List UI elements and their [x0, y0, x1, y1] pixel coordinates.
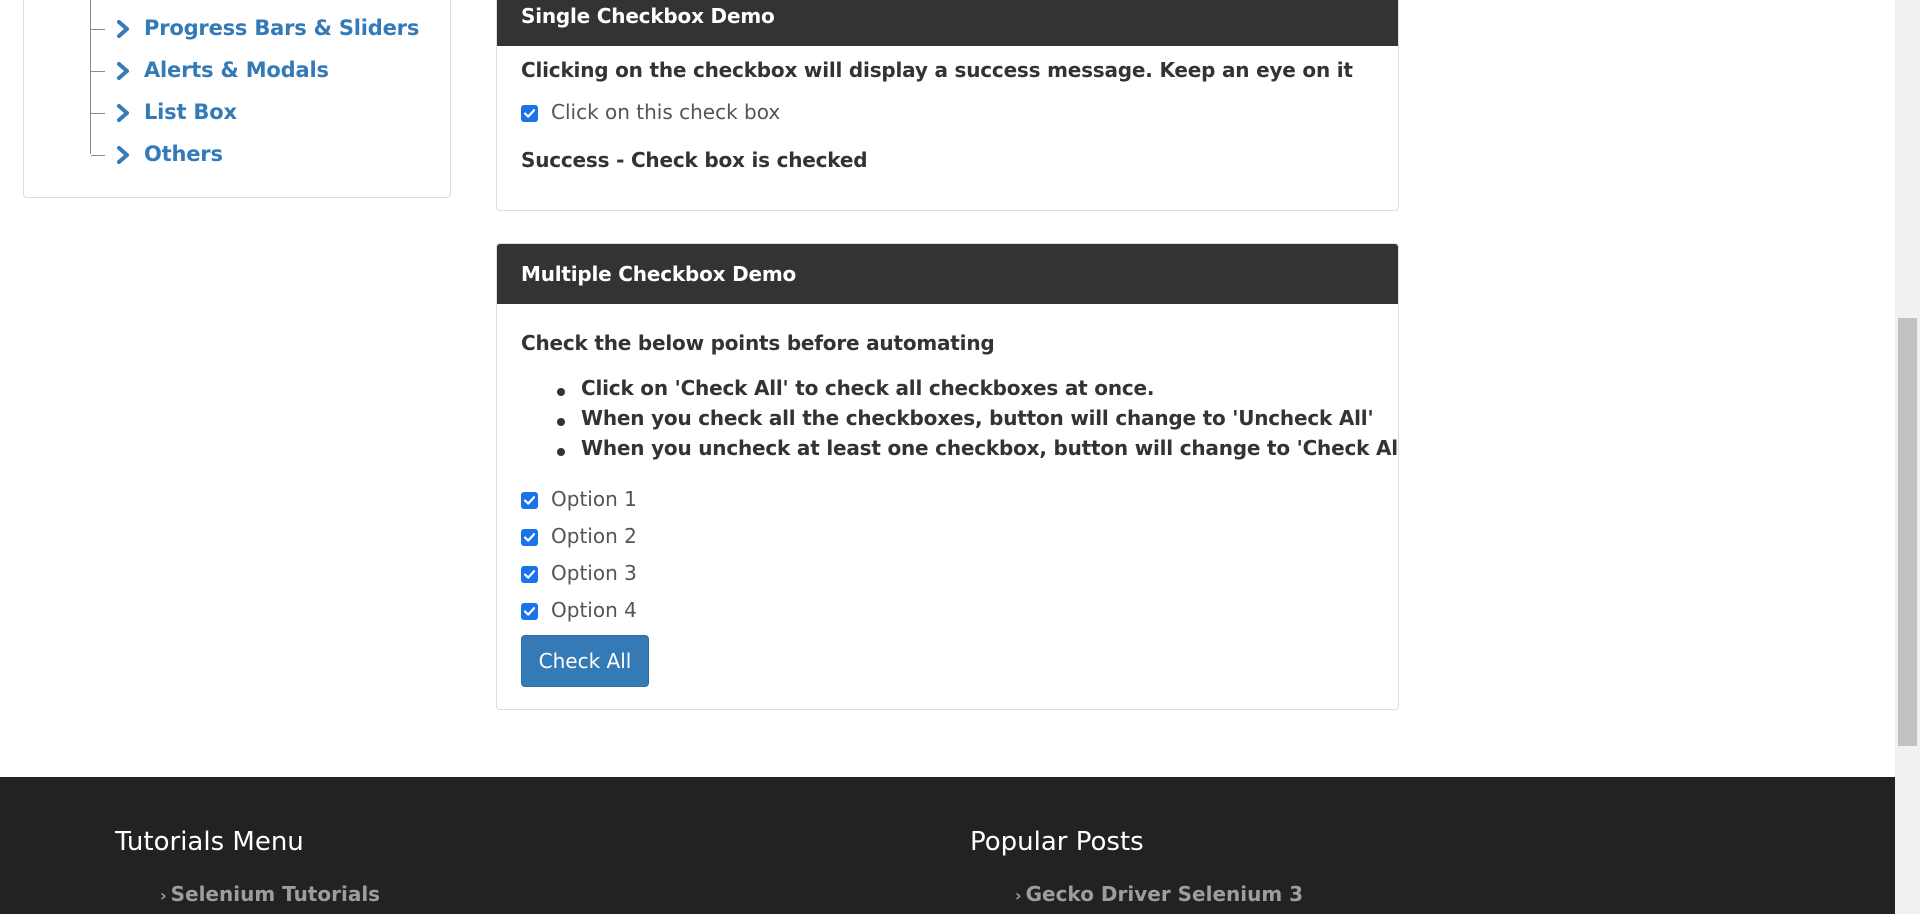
- page-scrollbar[interactable]: [1895, 0, 1920, 914]
- bullet-dot: [557, 418, 565, 426]
- tree-branch-line: [91, 29, 105, 30]
- caret-right-icon: ›: [1015, 886, 1022, 905]
- footer-tutorials-title: Tutorials Menu: [115, 827, 304, 857]
- sidebar-tree-panel: Progress Bars & Sliders Alerts & Modals …: [23, 0, 451, 198]
- panel-description: Clicking on the checkbox will display a …: [521, 58, 1353, 82]
- check-all-button[interactable]: Check All: [521, 635, 649, 687]
- scrollbar-thumb[interactable]: [1898, 318, 1917, 746]
- multiple-checkbox-panel: Multiple Checkbox Demo Check the below p…: [496, 243, 1399, 710]
- sidebar-item-others[interactable]: Others: [24, 140, 444, 170]
- option-3-checkbox[interactable]: [521, 566, 538, 583]
- sidebar-item-list-box[interactable]: List Box: [24, 98, 444, 128]
- tree-branch-line: [91, 71, 105, 72]
- sidebar-item-alerts-modals[interactable]: Alerts & Modals: [24, 56, 444, 86]
- chevron-right-icon: [117, 104, 133, 122]
- chevron-right-icon: [117, 20, 133, 38]
- panel-heading: Multiple Checkbox Demo: [497, 244, 1398, 304]
- sidebar-item-label[interactable]: Alerts & Modals: [144, 58, 329, 82]
- footer-popular-link[interactable]: › Gecko Driver Selenium 3: [1015, 882, 1303, 906]
- option-1-checkbox[interactable]: [521, 492, 538, 509]
- bullet-dot: [557, 388, 565, 396]
- checkbox-label[interactable]: Click on this check box: [551, 100, 780, 124]
- footer: Tutorials Menu › Selenium Tutorials Popul…: [0, 777, 1895, 914]
- option-4-checkbox[interactable]: [521, 603, 538, 620]
- bullet-dot: [557, 448, 565, 456]
- single-checkbox-panel: Single Checkbox Demo Clicking on the che…: [496, 0, 1399, 211]
- sidebar-item-label[interactable]: List Box: [144, 100, 237, 124]
- option-label[interactable]: Option 1: [551, 487, 637, 511]
- single-checkbox[interactable]: [521, 105, 538, 122]
- option-label[interactable]: Option 2: [551, 524, 637, 548]
- option-label[interactable]: Option 4: [551, 598, 637, 622]
- footer-tutorials-link[interactable]: › Selenium Tutorials: [160, 882, 380, 906]
- footer-popular-title: Popular Posts: [970, 827, 1144, 857]
- sidebar-item-label[interactable]: Progress Bars & Sliders: [144, 16, 419, 40]
- tree-branch-line: [91, 113, 105, 114]
- panel-heading: Single Checkbox Demo: [497, 0, 1398, 46]
- list-item-text: When you uncheck at least one checkbox, …: [581, 436, 1399, 460]
- tree-branch-line: [91, 155, 105, 156]
- footer-link-text[interactable]: Selenium Tutorials: [171, 882, 380, 906]
- list-item-text: When you check all the checkboxes, butto…: [581, 406, 1374, 430]
- sidebar-item-progress-bars[interactable]: Progress Bars & Sliders: [24, 14, 444, 44]
- success-message: Success - Check box is checked: [521, 148, 868, 172]
- footer-link-text[interactable]: Gecko Driver Selenium 3: [1026, 882, 1304, 906]
- sidebar-item-label[interactable]: Others: [144, 142, 223, 166]
- caret-right-icon: ›: [160, 886, 167, 905]
- chevron-right-icon: [117, 146, 133, 164]
- option-label[interactable]: Option 3: [551, 561, 637, 585]
- option-2-checkbox[interactable]: [521, 529, 538, 546]
- list-item-text: Click on 'Check All' to check all checkb…: [581, 376, 1155, 400]
- chevron-right-icon: [117, 62, 133, 80]
- panel-intro: Check the below points before automating: [521, 331, 995, 355]
